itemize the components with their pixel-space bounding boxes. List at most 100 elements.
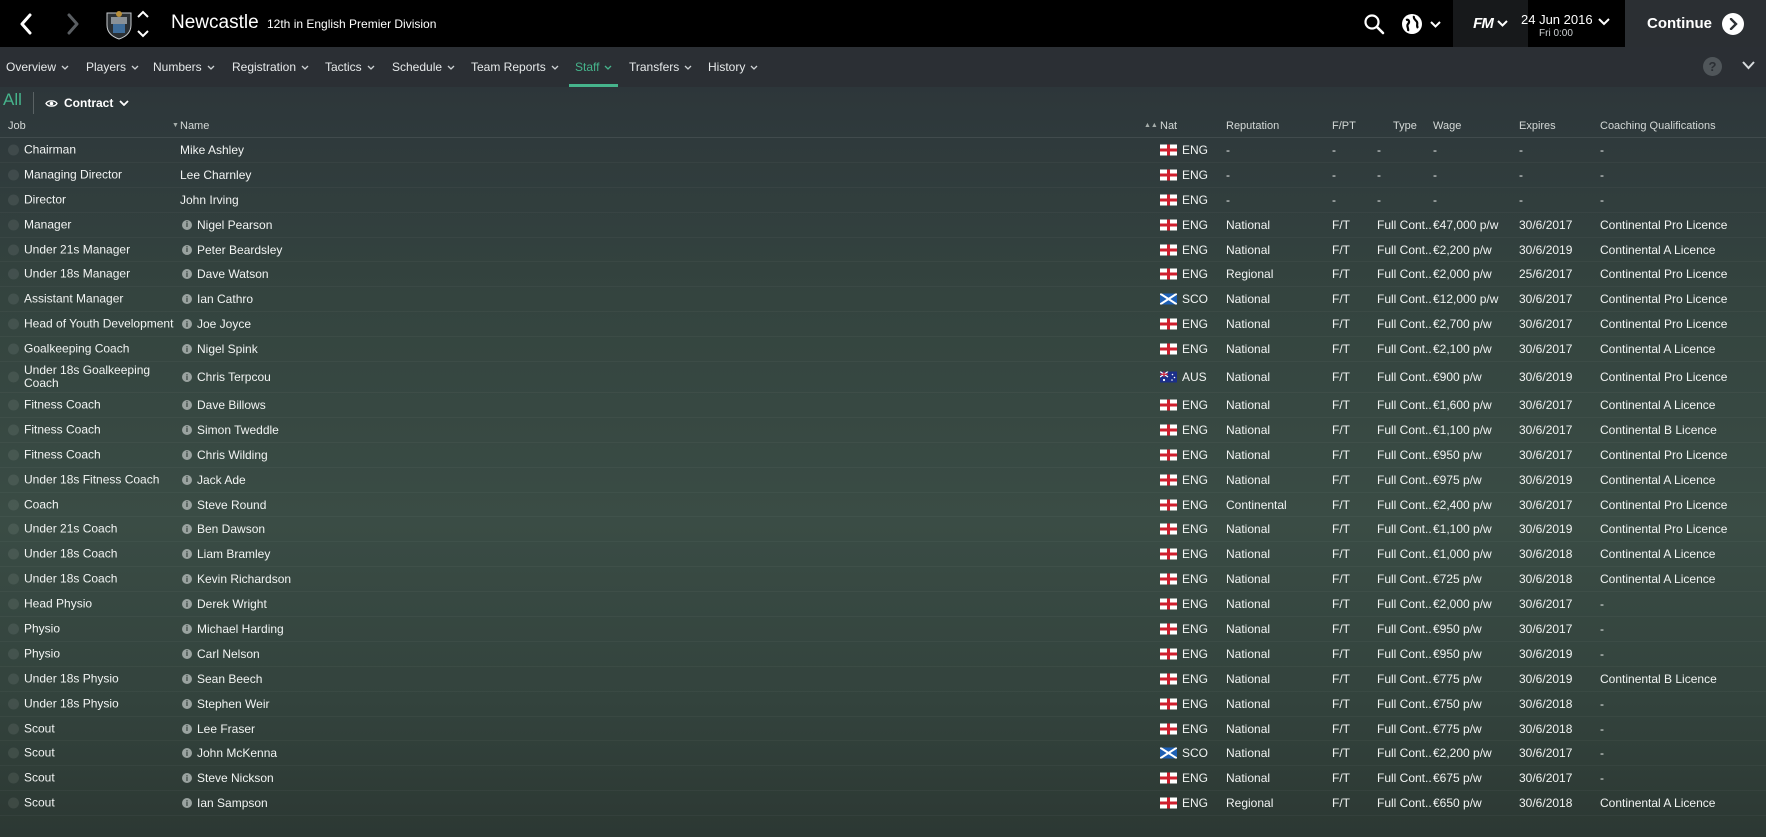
row-selector[interactable] xyxy=(8,573,19,585)
row-selector[interactable] xyxy=(8,371,19,383)
staff-name-link[interactable]: Sean Beech xyxy=(197,672,262,686)
row-selector[interactable] xyxy=(8,144,19,156)
club-badge[interactable] xyxy=(103,9,135,40)
table-row[interactable]: Scout i John McKenna SCO National F/T Full Con… xyxy=(0,741,1766,766)
info-icon[interactable]: i xyxy=(182,344,192,355)
row-selector[interactable] xyxy=(8,244,19,255)
info-icon[interactable]: i xyxy=(182,449,192,460)
info-icon[interactable]: i xyxy=(182,474,192,485)
column-header-wage[interactable]: Wage xyxy=(1433,120,1461,132)
staff-name-link[interactable]: Derek Wright xyxy=(197,597,267,611)
row-selector[interactable] xyxy=(8,424,19,436)
tab-staff[interactable]: Staff xyxy=(568,47,620,87)
table-row[interactable]: Under 18s Physio i Stephen Weir ENG National… xyxy=(0,692,1766,717)
table-row[interactable]: Under 18s Goalkeeping Coach i Chris Terpco… xyxy=(0,362,1766,393)
info-icon[interactable]: i xyxy=(182,399,192,410)
chevron-down-icon[interactable] xyxy=(1598,18,1610,26)
column-header-name[interactable]: Name xyxy=(180,120,209,132)
column-header-fpt[interactable]: F/PT xyxy=(1332,120,1356,132)
info-icon[interactable]: i xyxy=(182,623,192,634)
tab-schedule[interactable]: Schedule xyxy=(392,47,455,87)
table-row[interactable]: Head of Youth Development i Joe Joyce ENG Na… xyxy=(0,312,1766,337)
info-icon[interactable]: i xyxy=(182,599,192,610)
filter-all[interactable]: All xyxy=(3,90,22,110)
forward-button[interactable] xyxy=(55,0,91,47)
row-selector[interactable] xyxy=(8,343,19,355)
table-row[interactable]: Physio i Carl Nelson ENG National F/T Full Con… xyxy=(0,642,1766,667)
row-selector[interactable] xyxy=(8,747,19,759)
tab-tactics[interactable]: Tactics xyxy=(325,47,375,87)
info-icon[interactable]: i xyxy=(182,424,192,435)
table-row[interactable]: Under 18s Fitness Coach i Jack Ade ENG Natio… xyxy=(0,468,1766,493)
staff-name-link[interactable]: Nigel Spink xyxy=(197,342,258,356)
staff-name-link[interactable]: Stephen Weir xyxy=(197,697,270,711)
tab-transfers[interactable]: Transfers xyxy=(629,47,692,87)
table-row[interactable]: Scout i Lee Fraser ENG National F/T Full Cont.… xyxy=(0,717,1766,742)
info-icon[interactable]: i xyxy=(182,798,192,809)
staff-name-link[interactable]: Joe Joyce xyxy=(197,317,251,331)
staff-name-link[interactable]: Liam Bramley xyxy=(197,547,270,561)
row-selector[interactable] xyxy=(8,268,19,280)
row-selector[interactable] xyxy=(8,318,19,330)
info-icon[interactable]: i xyxy=(182,294,192,305)
info-icon[interactable]: i xyxy=(182,499,192,510)
row-selector[interactable] xyxy=(8,169,19,181)
column-header-job[interactable]: Job xyxy=(8,120,26,132)
info-icon[interactable]: i xyxy=(182,219,192,230)
info-icon[interactable]: i xyxy=(182,748,192,759)
tab-history[interactable]: History xyxy=(708,47,758,87)
club-name[interactable]: Newcastle xyxy=(171,12,259,34)
staff-name-link[interactable]: Michael Harding xyxy=(197,622,284,636)
search-button[interactable] xyxy=(1362,12,1386,36)
row-selector[interactable] xyxy=(8,797,19,809)
staff-name-link[interactable]: Jack Ade xyxy=(197,473,246,487)
continue-button[interactable]: Continue xyxy=(1625,0,1766,47)
row-selector[interactable] xyxy=(8,194,19,206)
world-menu-button[interactable] xyxy=(1400,11,1446,37)
table-row[interactable]: Managing Director Lee Charnley ENG - - - - - - xyxy=(0,163,1766,188)
tab-registration[interactable]: Registration xyxy=(232,47,309,87)
table-row[interactable]: Fitness Coach i Simon Tweddle ENG National F/… xyxy=(0,418,1766,443)
staff-name-link[interactable]: John McKenna xyxy=(197,746,277,760)
info-icon[interactable]: i xyxy=(182,372,192,383)
fm-menu-button[interactable]: FM xyxy=(1453,0,1528,47)
row-selector[interactable] xyxy=(8,499,19,511)
row-selector[interactable] xyxy=(8,293,19,305)
tab-players[interactable]: Players xyxy=(86,47,139,87)
column-header-expires[interactable]: Expires xyxy=(1519,120,1556,132)
table-row[interactable]: Fitness Coach i Dave Billows ENG National F/T… xyxy=(0,393,1766,418)
info-icon[interactable]: i xyxy=(182,574,192,585)
staff-name-link[interactable]: Ian Sampson xyxy=(197,796,268,810)
info-icon[interactable]: i xyxy=(182,773,192,784)
staff-name-link[interactable]: Lee Fraser xyxy=(197,722,255,736)
row-selector[interactable] xyxy=(8,399,19,411)
info-icon[interactable]: i xyxy=(182,723,192,734)
tab-numbers[interactable]: Numbers xyxy=(153,47,215,87)
row-selector[interactable] xyxy=(8,598,19,610)
info-icon[interactable]: i xyxy=(182,319,192,330)
staff-name-link[interactable]: Ben Dawson xyxy=(197,522,265,536)
table-row[interactable]: Under 21s Manager i Peter Beardsley ENG Nati… xyxy=(0,238,1766,263)
staff-name-link[interactable]: Steve Round xyxy=(197,498,266,512)
info-icon[interactable]: i xyxy=(182,698,192,709)
staff-name-link[interactable]: John Irving xyxy=(180,193,239,207)
column-header-nat[interactable]: Nat xyxy=(1160,120,1177,132)
view-selector[interactable]: Contract xyxy=(45,96,129,110)
column-header-reputation[interactable]: Reputation xyxy=(1226,120,1279,132)
table-row[interactable]: Fitness Coach i Chris Wilding ENG National F/… xyxy=(0,443,1766,468)
row-selector[interactable] xyxy=(8,548,19,560)
row-selector[interactable] xyxy=(8,219,19,231)
info-icon[interactable]: i xyxy=(182,673,192,684)
club-switcher[interactable] xyxy=(136,10,150,38)
table-row[interactable]: Manager i Nigel Pearson ENG National F/T Full … xyxy=(0,213,1766,238)
staff-name-link[interactable]: Chris Terpcou xyxy=(197,370,271,384)
info-icon[interactable]: i xyxy=(182,244,192,255)
info-icon[interactable]: i xyxy=(182,648,192,659)
staff-name-link[interactable]: Peter Beardsley xyxy=(197,243,282,257)
staff-name-link[interactable]: Simon Tweddle xyxy=(197,423,279,437)
chevron-down-icon[interactable] xyxy=(1742,61,1755,70)
staff-name-link[interactable]: Kevin Richardson xyxy=(197,572,291,586)
table-row[interactable]: Director John Irving ENG - - - - - - xyxy=(0,188,1766,213)
row-selector[interactable] xyxy=(8,523,19,535)
row-selector[interactable] xyxy=(8,474,19,486)
